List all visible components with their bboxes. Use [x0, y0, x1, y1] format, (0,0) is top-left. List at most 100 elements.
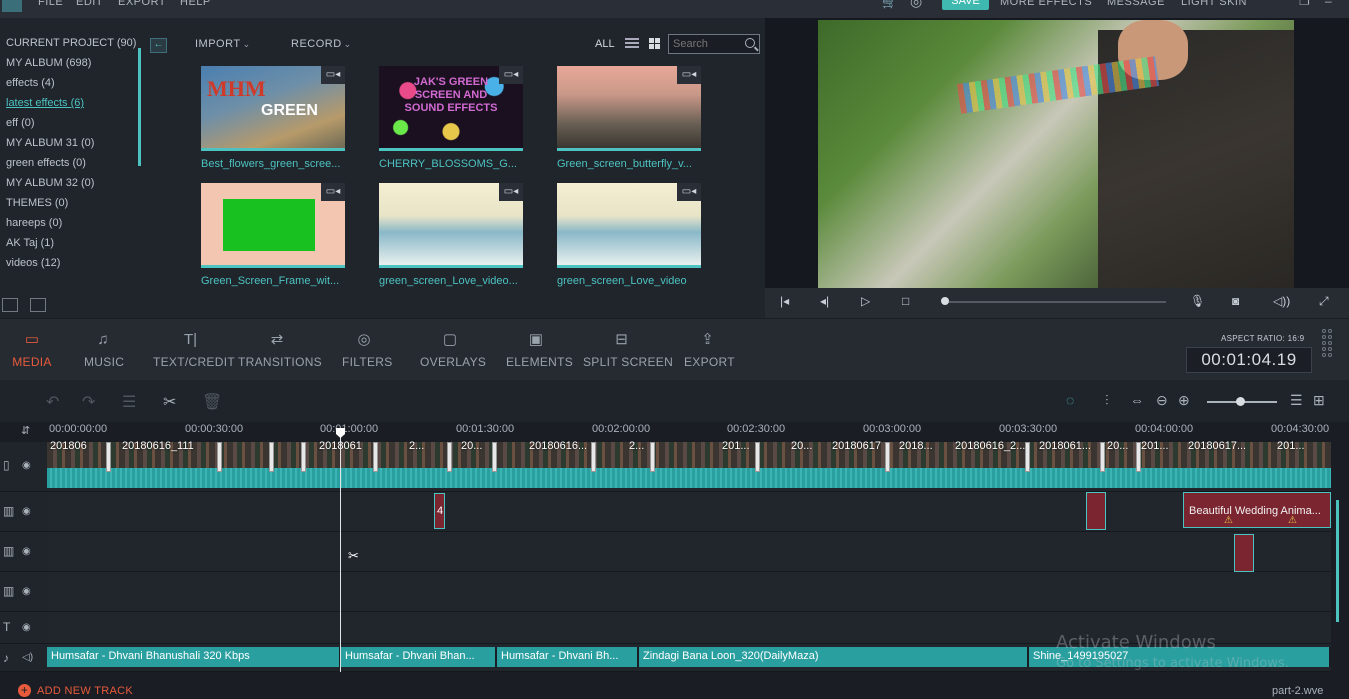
album-item[interactable]: MY ALBUM (698)	[0, 56, 140, 76]
transition-marker[interactable]	[492, 442, 497, 472]
account-icon[interactable]: ◎	[910, 0, 922, 10]
tab-overlays[interactable]: ▢ OVERLAYS	[420, 331, 486, 369]
album-item[interactable]: THEMES (0)	[0, 196, 140, 216]
tab-filters[interactable]: ◎ FILTERS	[342, 331, 392, 369]
transition-marker[interactable]	[217, 442, 222, 472]
save-button[interactable]: SAVE	[942, 0, 989, 10]
redo-icon[interactable]: ↷	[82, 392, 95, 412]
timeline-scrollbar[interactable]	[1336, 500, 1339, 622]
fullscreen-icon[interactable]: ⤢	[1319, 294, 1329, 309]
pip-track-3[interactable]	[47, 572, 1331, 612]
overlay-clip[interactable]	[1086, 492, 1106, 530]
zoom-out-icon[interactable]: ⊖	[1156, 392, 1168, 409]
eye-icon[interactable]: ◉	[22, 506, 31, 517]
grid-view-icon[interactable]	[649, 38, 661, 50]
music-clip[interactable]: Zindagi Bana Loon_320(DailyMaza)	[639, 647, 1029, 667]
fit-timeline-icon[interactable]: ⇔	[1130, 392, 1144, 408]
search-icon[interactable]	[745, 38, 755, 48]
pip-track-1[interactable]: 4 Beautiful Wedding Anima... ⚠ ⚠	[47, 492, 1331, 532]
tab-text-credit[interactable]: T| TEXT/CREDIT	[153, 331, 235, 369]
message-link[interactable]: MESSAGE	[1107, 0, 1165, 8]
play-icon[interactable]: ▷	[861, 294, 870, 308]
tab-media[interactable]: ▭ MEDIA	[12, 331, 52, 369]
transition-marker[interactable]	[1025, 442, 1030, 472]
overlay-clip[interactable]: 4	[434, 493, 445, 529]
transition-marker[interactable]	[755, 442, 760, 472]
transition-marker[interactable]	[106, 442, 111, 472]
album-scrollbar[interactable]	[138, 48, 141, 166]
album-item-active[interactable]: latest effects (6)	[0, 96, 140, 116]
zoom-slider-handle[interactable]	[1236, 397, 1245, 406]
record-dropdown[interactable]: RECORD ⌄	[291, 38, 352, 50]
menu-help[interactable]: HELP	[180, 0, 211, 8]
album-item[interactable]: AK Taj (1)	[0, 236, 140, 256]
menu-export[interactable]: EXPORT	[118, 0, 166, 8]
transition-marker[interactable]	[373, 442, 378, 472]
transition-marker[interactable]	[1136, 442, 1141, 472]
list-icon[interactable]: ☰	[1290, 392, 1303, 409]
search-input[interactable]	[669, 35, 739, 53]
delete-folder-icon[interactable]	[30, 298, 46, 312]
transition-marker[interactable]	[591, 442, 596, 472]
skip-start-icon[interactable]: |◂	[780, 294, 789, 308]
media-thumb[interactable]: ▭◂ Green_Screen_Frame_wit...	[201, 183, 345, 287]
music-clip[interactable]: Humsafar - Dhvani Bhanushali 320 Kbps	[47, 647, 341, 667]
grid-icon[interactable]: ⊞	[1313, 392, 1325, 409]
media-thumb[interactable]: JAK'S GREEN SCREEN AND SOUND EFFECTS ▭◂ …	[379, 66, 523, 170]
music-clip[interactable]: Humsafar - Dhvani Bh...	[497, 647, 639, 667]
camera-icon[interactable]: ◙	[1232, 294, 1239, 308]
eye-icon[interactable]: ◉	[22, 586, 31, 597]
media-thumb[interactable]: MHM GREEN ▭◂ Best_flowers_green_scree...	[201, 66, 345, 170]
stop-icon[interactable]: □	[902, 294, 909, 308]
import-dropdown[interactable]: IMPORT ⌄	[195, 38, 251, 50]
transition-marker[interactable]	[269, 442, 274, 472]
eye-icon[interactable]: ◉	[22, 622, 31, 633]
new-folder-icon[interactable]	[2, 298, 18, 312]
music-clip[interactable]: Humsafar - Dhvani Bhan...	[341, 647, 497, 667]
eye-icon[interactable]: ◉	[22, 546, 31, 557]
light-skin-link[interactable]: LIGHT SKIN	[1181, 0, 1247, 8]
cart-icon[interactable]: 🛒	[882, 0, 897, 9]
pip-track-2[interactable]	[47, 532, 1331, 572]
zoom-in-icon[interactable]: ⊕	[1178, 392, 1190, 409]
preview-scrubber[interactable]	[944, 301, 1166, 303]
step-back-icon[interactable]: ◂|	[820, 294, 829, 308]
wedding-animation-clip[interactable]: Beautiful Wedding Anima... ⚠ ⚠	[1183, 492, 1331, 528]
drag-handle-icon[interactable]	[1322, 329, 1336, 369]
media-thumb[interactable]: ▭◂ Green_screen_butterfly_v...	[557, 66, 701, 170]
album-item[interactable]: CURRENT PROJECT (90)	[0, 36, 140, 56]
collapse-left-icon[interactable]: ←	[150, 38, 167, 53]
speaker-icon[interactable]: ◁)	[22, 652, 33, 663]
add-new-track-button[interactable]: + ADD NEW TRACK	[18, 684, 133, 697]
undo-icon[interactable]: ↶	[46, 392, 59, 412]
album-item[interactable]: green effects (0)	[0, 156, 140, 176]
filter-all[interactable]: ALL	[595, 38, 615, 50]
microphone-icon[interactable]: 🎙	[1190, 294, 1205, 308]
album-item[interactable]: hareeps (0)	[0, 216, 140, 236]
minimize-icon[interactable]: –	[1325, 0, 1332, 8]
transition-marker[interactable]	[650, 442, 655, 472]
time-ruler[interactable]: 00:00:00:00 00:00:30:00 00:01:00:00 00:0…	[47, 422, 1331, 442]
scissors-icon[interactable]: ✂	[163, 392, 176, 412]
album-item[interactable]: MY ALBUM 31 (0)	[0, 136, 140, 156]
adjust-icon[interactable]: ☰	[122, 392, 136, 412]
transition-marker[interactable]	[1100, 442, 1105, 472]
more-effects-link[interactable]: MORE EFFECTS	[1000, 0, 1092, 8]
album-item[interactable]: eff (0)	[0, 116, 140, 136]
video-track[interactable]: 201806 20180616_111 2018061 2... 20... 2…	[47, 440, 1331, 492]
overlay-clip[interactable]	[1234, 534, 1254, 572]
album-item[interactable]: effects (4)	[0, 76, 140, 96]
list-view-icon[interactable]	[625, 38, 639, 50]
transition-marker[interactable]	[885, 442, 890, 472]
tab-split-screen[interactable]: ⊟ SPLIT SCREEN	[583, 331, 673, 369]
tab-export[interactable]: ⇪ EXPORT	[684, 331, 735, 369]
eye-icon[interactable]: ◉	[22, 460, 31, 471]
tab-music[interactable]: ♫ MUSIC	[84, 331, 124, 369]
album-item[interactable]: MY ALBUM 32 (0)	[0, 176, 140, 196]
render-icon[interactable]: ◌	[1066, 392, 1074, 408]
media-thumb[interactable]: ▭◂ green_screen_Love_video	[557, 183, 701, 287]
album-item[interactable]: videos (12)	[0, 256, 140, 276]
tab-elements[interactable]: ▣ ELEMENTS	[506, 331, 573, 369]
media-thumb[interactable]: ▭◂ green_screen_Love_video...	[379, 183, 523, 287]
restore-window-icon[interactable]: ❐	[1299, 0, 1310, 8]
